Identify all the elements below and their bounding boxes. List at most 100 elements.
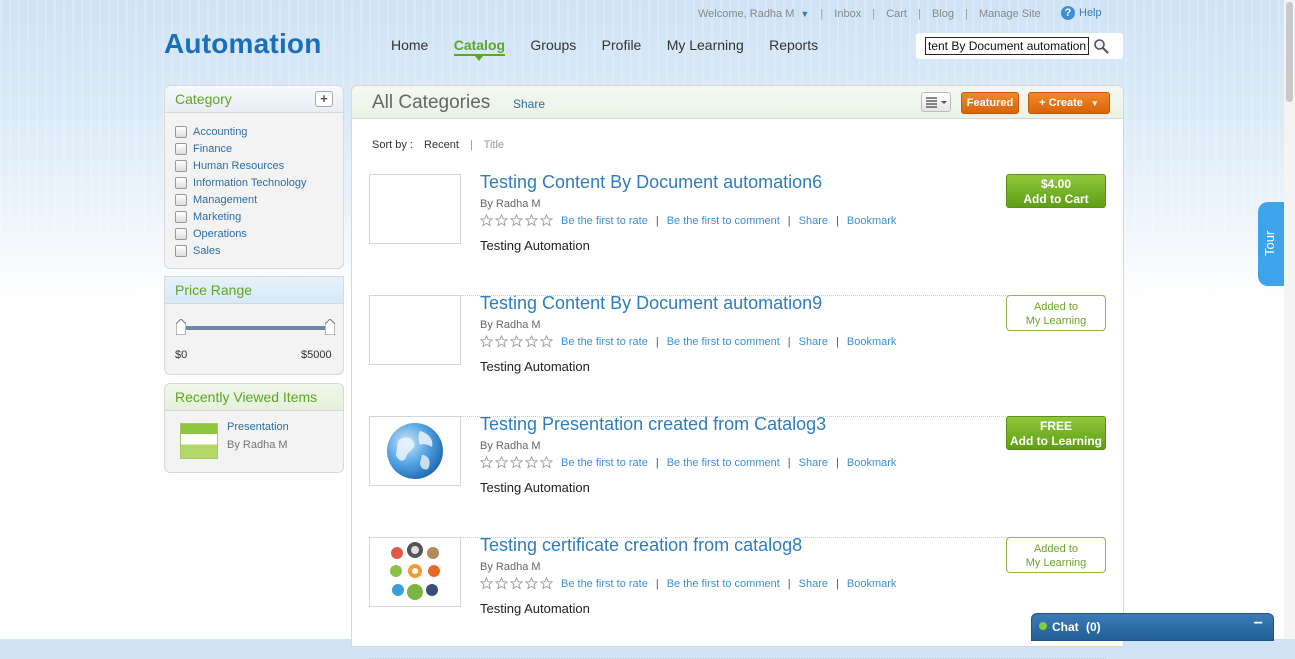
comment-link[interactable]: Be the first to comment — [667, 578, 780, 590]
chevron-down-icon[interactable]: ▼ — [800, 9, 809, 19]
checkbox[interactable] — [175, 125, 187, 138]
added-to-learning-button[interactable]: Added to My Learning — [1006, 537, 1106, 573]
recent-item-title[interactable]: Presentation — [227, 421, 289, 433]
cart-link[interactable]: Cart — [886, 8, 907, 20]
slider-track[interactable] — [181, 326, 329, 330]
category-item[interactable]: Human Resources — [175, 157, 343, 174]
sort-title[interactable]: Title — [484, 139, 504, 151]
share-link[interactable]: Share — [513, 97, 545, 111]
rate-link[interactable]: Be the first to rate — [561, 215, 648, 227]
star-icon[interactable] — [525, 335, 538, 348]
checkbox[interactable] — [175, 159, 187, 172]
star-icon[interactable] — [540, 214, 553, 227]
rate-link[interactable]: Be the first to rate — [561, 578, 648, 590]
rate-link[interactable]: Be the first to rate — [561, 457, 648, 469]
rating-stars[interactable] — [480, 456, 555, 469]
bookmark-link[interactable]: Bookmark — [847, 215, 897, 227]
star-icon[interactable] — [495, 335, 508, 348]
item-title[interactable]: Testing Content By Document automation9 — [480, 293, 822, 314]
star-icon[interactable] — [510, 214, 523, 227]
checkbox[interactable] — [175, 210, 187, 223]
comment-link[interactable]: Be the first to comment — [667, 215, 780, 227]
item-title[interactable]: Testing certificate creation from catalo… — [480, 535, 802, 556]
star-icon[interactable] — [480, 214, 493, 227]
inbox-link[interactable]: Inbox — [834, 8, 861, 20]
search-input[interactable] — [925, 37, 1089, 55]
view-toggle-button[interactable] — [921, 92, 951, 112]
comment-link[interactable]: Be the first to comment — [667, 336, 780, 348]
site-logo[interactable]: Automation — [164, 28, 322, 60]
sort-recent[interactable]: Recent — [424, 139, 459, 151]
star-icon[interactable] — [540, 577, 553, 590]
item-title[interactable]: Testing Content By Document automation6 — [480, 172, 822, 193]
category-item[interactable]: Operations — [175, 225, 343, 242]
expand-plus-icon[interactable]: + — [315, 91, 333, 107]
recent-item-thumbnail[interactable] — [180, 423, 218, 459]
bookmark-link[interactable]: Bookmark — [847, 578, 897, 590]
star-icon[interactable] — [480, 577, 493, 590]
nav-groups[interactable]: Groups — [530, 37, 576, 53]
checkbox[interactable] — [175, 142, 187, 155]
page-scrollbar[interactable] — [1284, 0, 1295, 639]
manage-site-link[interactable]: Manage Site — [979, 8, 1041, 20]
nav-reports[interactable]: Reports — [769, 37, 818, 53]
added-to-learning-button[interactable]: Added to My Learning — [1006, 295, 1106, 331]
category-item[interactable]: Marketing — [175, 208, 343, 225]
item-share-link[interactable]: Share — [799, 578, 828, 590]
bookmark-link[interactable]: Bookmark — [847, 336, 897, 348]
category-item[interactable]: Management — [175, 191, 343, 208]
star-icon[interactable] — [480, 456, 493, 469]
checkbox[interactable] — [175, 193, 187, 206]
item-share-link[interactable]: Share — [799, 336, 828, 348]
item-thumbnail[interactable] — [369, 295, 461, 365]
bookmark-link[interactable]: Bookmark — [847, 457, 897, 469]
item-thumbnail[interactable] — [369, 174, 461, 244]
help-link[interactable]: ? Help — [1061, 6, 1102, 20]
checkbox[interactable] — [175, 227, 187, 240]
slider-max-handle[interactable] — [325, 319, 335, 335]
star-icon[interactable] — [510, 577, 523, 590]
star-icon[interactable] — [480, 335, 493, 348]
item-thumbnail[interactable] — [369, 416, 461, 486]
add-to-learning-button[interactable]: FREE Add to Learning — [1006, 416, 1106, 450]
blog-link[interactable]: Blog — [932, 8, 954, 20]
nav-my-learning[interactable]: My Learning — [667, 37, 744, 53]
comment-link[interactable]: Be the first to comment — [667, 457, 780, 469]
nav-catalog[interactable]: Catalog — [453, 37, 506, 61]
featured-button[interactable]: Featured — [961, 92, 1019, 114]
star-icon[interactable] — [525, 456, 538, 469]
item-share-link[interactable]: Share — [799, 457, 828, 469]
rating-stars[interactable] — [480, 577, 555, 590]
rate-link[interactable]: Be the first to rate — [561, 336, 648, 348]
scrollbar-thumb[interactable] — [1286, 2, 1293, 102]
item-title[interactable]: Testing Presentation created from Catalo… — [480, 414, 826, 435]
search-icon[interactable] — [1093, 38, 1109, 54]
star-icon[interactable] — [525, 214, 538, 227]
star-icon[interactable] — [495, 577, 508, 590]
nav-home[interactable]: Home — [391, 37, 428, 53]
star-icon[interactable] — [510, 456, 523, 469]
category-item[interactable]: Sales — [175, 242, 343, 259]
star-icon[interactable] — [540, 456, 553, 469]
checkbox[interactable] — [175, 176, 187, 189]
welcome-user[interactable]: Welcome, Radha M — [698, 8, 794, 20]
recent-item[interactable]: Presentation By Radha M — [165, 411, 343, 471]
rating-stars[interactable] — [480, 214, 555, 227]
star-icon[interactable] — [495, 214, 508, 227]
star-icon[interactable] — [540, 335, 553, 348]
item-thumbnail[interactable] — [369, 537, 461, 607]
slider-min-handle[interactable] — [176, 319, 186, 335]
star-icon[interactable] — [510, 335, 523, 348]
star-icon[interactable] — [525, 577, 538, 590]
star-icon[interactable] — [495, 456, 508, 469]
create-button[interactable]: + Create ▼ — [1028, 92, 1110, 114]
item-share-link[interactable]: Share — [799, 215, 828, 227]
minimize-icon[interactable]: − — [1254, 615, 1263, 633]
checkbox[interactable] — [175, 244, 187, 257]
add-to-cart-button[interactable]: $4.00 Add to Cart — [1006, 174, 1106, 208]
nav-profile[interactable]: Profile — [602, 37, 642, 53]
category-item[interactable]: Accounting — [175, 123, 343, 140]
category-item[interactable]: Finance — [175, 140, 343, 157]
chat-bar[interactable]: Chat (0) − — [1031, 613, 1274, 641]
category-item[interactable]: Information Technology — [175, 174, 343, 191]
